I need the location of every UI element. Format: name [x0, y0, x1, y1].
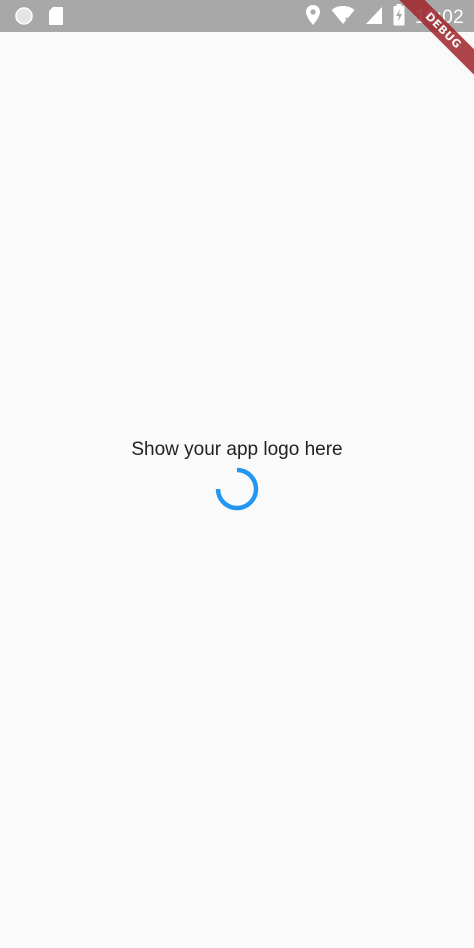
logo-placeholder-text: Show your app logo here: [131, 439, 343, 460]
status-bar: 10:02: [0, 0, 474, 32]
splash-screen: 10:02 DEBUG Show your app logo here: [0, 0, 474, 948]
splash-content: Show your app logo here: [0, 436, 474, 514]
signal-icon: [365, 5, 383, 30]
spinner-arc: [215, 467, 259, 511]
loading-spinner: [215, 467, 259, 511]
status-bar-left: [14, 6, 64, 31]
circle-notification-icon: [14, 6, 34, 31]
wifi-icon: [331, 5, 355, 30]
battery-charging-icon: [393, 4, 405, 31]
location-icon: [305, 4, 321, 31]
status-bar-right: 10:02: [305, 4, 464, 31]
status-bar-clock: 10:02: [414, 6, 464, 28]
sd-card-icon: [48, 6, 64, 31]
